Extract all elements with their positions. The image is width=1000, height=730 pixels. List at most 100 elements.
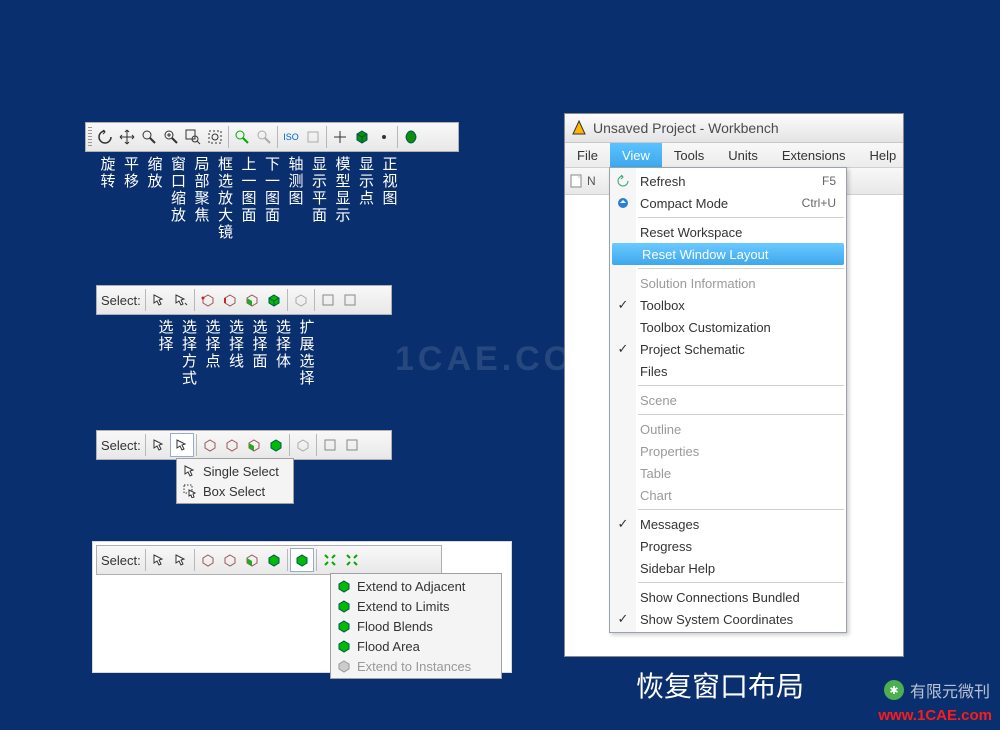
select-edge-icon[interactable] [219, 289, 241, 311]
toolbar-grip[interactable] [88, 127, 92, 147]
front-view-icon[interactable] [400, 126, 422, 148]
menu-help[interactable]: Help [857, 143, 908, 167]
extend-limits-item[interactable]: Extend to Limits [333, 596, 499, 616]
menu-item-show-system-coordinates[interactable]: ✓Show System Coordinates [610, 608, 846, 630]
select-face-icon[interactable] [241, 549, 263, 571]
select-cursor-icon[interactable] [148, 434, 170, 456]
menu-item-label: Toolbox Customization [636, 320, 846, 335]
select-face-icon[interactable] [241, 289, 263, 311]
select-vertex-icon[interactable] [199, 434, 221, 456]
zoom-window-icon[interactable] [182, 126, 204, 148]
select-body-icon[interactable] [263, 549, 285, 571]
menu-item-messages[interactable]: ✓Messages [610, 513, 846, 535]
footer-wechat: ✱ 有限元微刊 [884, 678, 990, 702]
menu-view[interactable]: View [610, 143, 662, 167]
menu-item-toolbox-customization[interactable]: Toolbox Customization [610, 316, 846, 338]
menu-item-outline: Outline [610, 418, 846, 440]
check-icon: ✓ [610, 611, 636, 627]
zoom-prev-icon[interactable] [231, 126, 253, 148]
menu-item-refresh[interactable]: RefreshF5 [610, 170, 846, 192]
label-zoom: 缩放 [145, 156, 162, 241]
menu-item-label: Reset Window Layout [638, 247, 844, 262]
pan-icon[interactable] [116, 126, 138, 148]
point-icon[interactable] [373, 126, 395, 148]
zoom-icon[interactable] [138, 126, 160, 148]
single-select-item[interactable]: Single Select [179, 461, 291, 481]
select-mode-icon[interactable] [170, 289, 192, 311]
menu-item-label: Chart [636, 488, 846, 503]
select-body-icon[interactable] [263, 289, 285, 311]
menu-item-label: Show System Coordinates [636, 612, 846, 627]
select-vertex-icon[interactable] [197, 549, 219, 571]
cube-green-icon [335, 619, 353, 633]
select-body-icon[interactable] [265, 434, 287, 456]
extend-icon[interactable] [290, 289, 312, 311]
cube-green-icon [335, 599, 353, 613]
expand-out-icon[interactable] [319, 549, 341, 571]
select-vertex-icon[interactable] [197, 289, 219, 311]
label-select-body: 选择体 [274, 319, 291, 387]
cursor-icon [181, 464, 199, 478]
expand-icon[interactable] [317, 289, 339, 311]
menu-item-label: Show Connections Bundled [636, 590, 846, 605]
select-toolbar-2: Select: [96, 430, 392, 460]
cube-display-icon[interactable] [351, 126, 373, 148]
box-select-item[interactable]: Box Select [179, 481, 291, 501]
menu-item-progress[interactable]: Progress [610, 535, 846, 557]
menu-item-reset-window-layout[interactable]: Reset Window Layout [612, 243, 844, 265]
plane-icon[interactable] [302, 126, 324, 148]
select-label: Select: [99, 438, 143, 453]
extend-icon[interactable] [290, 548, 314, 572]
item-label: Single Select [203, 464, 279, 479]
iso-icon[interactable]: ISO [280, 126, 302, 148]
label-front: 正视图 [380, 156, 397, 241]
menu-item-sidebar-help[interactable]: Sidebar Help [610, 557, 846, 579]
menu-item-label: Messages [636, 517, 846, 532]
check-icon: ✓ [610, 297, 636, 313]
zoom-next-icon[interactable] [253, 126, 275, 148]
menu-item-project-schematic[interactable]: ✓Project Schematic [610, 338, 846, 360]
toolbar-partial-text: N [587, 174, 596, 188]
zoom-fit-icon[interactable] [204, 126, 226, 148]
select-mode-icon[interactable] [170, 433, 194, 457]
menu-item-reset-workspace[interactable]: Reset Workspace [610, 221, 846, 243]
extend-adjacent-item[interactable]: Extend to Adjacent [333, 576, 499, 596]
menu-item-toolbox[interactable]: ✓Toolbox [610, 294, 846, 316]
select-mode-icon[interactable] [170, 549, 192, 571]
menu-item-compact-mode[interactable]: Compact ModeCtrl+U [610, 192, 846, 214]
select-edge-icon[interactable] [221, 434, 243, 456]
select-toolbar: Select: [96, 285, 392, 315]
vertex-icon[interactable] [329, 126, 351, 148]
rotate-icon[interactable] [94, 126, 116, 148]
menu-item-files[interactable]: Files [610, 360, 846, 382]
new-file-icon[interactable] [569, 173, 585, 189]
menu-tools[interactable]: Tools [662, 143, 716, 167]
menu-extensions[interactable]: Extensions [770, 143, 858, 167]
menu-file[interactable]: File [565, 143, 610, 167]
menu-item-scene: Scene [610, 389, 846, 411]
extend-icon[interactable] [292, 434, 314, 456]
menu-item-label: Project Schematic [636, 342, 846, 357]
menu-item-show-connections-bundled[interactable]: Show Connections Bundled [610, 586, 846, 608]
collapse-icon[interactable] [341, 434, 363, 456]
flood-area-item[interactable]: Flood Area [333, 636, 499, 656]
expand-icon[interactable] [319, 434, 341, 456]
menu-item-label: Outline [636, 422, 846, 437]
caption-text: 恢复窗口布局 [636, 665, 804, 705]
zoom-in-icon[interactable] [160, 126, 182, 148]
select-edge-icon[interactable] [219, 549, 241, 571]
label-prev: 上一图面 [239, 156, 256, 241]
select-cursor-icon[interactable] [148, 289, 170, 311]
select-label: Select: [99, 553, 143, 568]
collapse-in-icon[interactable] [341, 549, 363, 571]
label-select-mode: 选择方式 [180, 319, 197, 387]
select-face-icon[interactable] [243, 434, 265, 456]
select-mode-dropdown: Single Select Box Select [176, 458, 294, 504]
menu-item-solution-information: Solution Information [610, 272, 846, 294]
menu-units[interactable]: Units [716, 143, 770, 167]
cube-green-icon [335, 579, 353, 593]
menu-item-label: Table [636, 466, 846, 481]
select-cursor-icon[interactable] [148, 549, 170, 571]
collapse-icon[interactable] [339, 289, 361, 311]
flood-blends-item[interactable]: Flood Blends [333, 616, 499, 636]
